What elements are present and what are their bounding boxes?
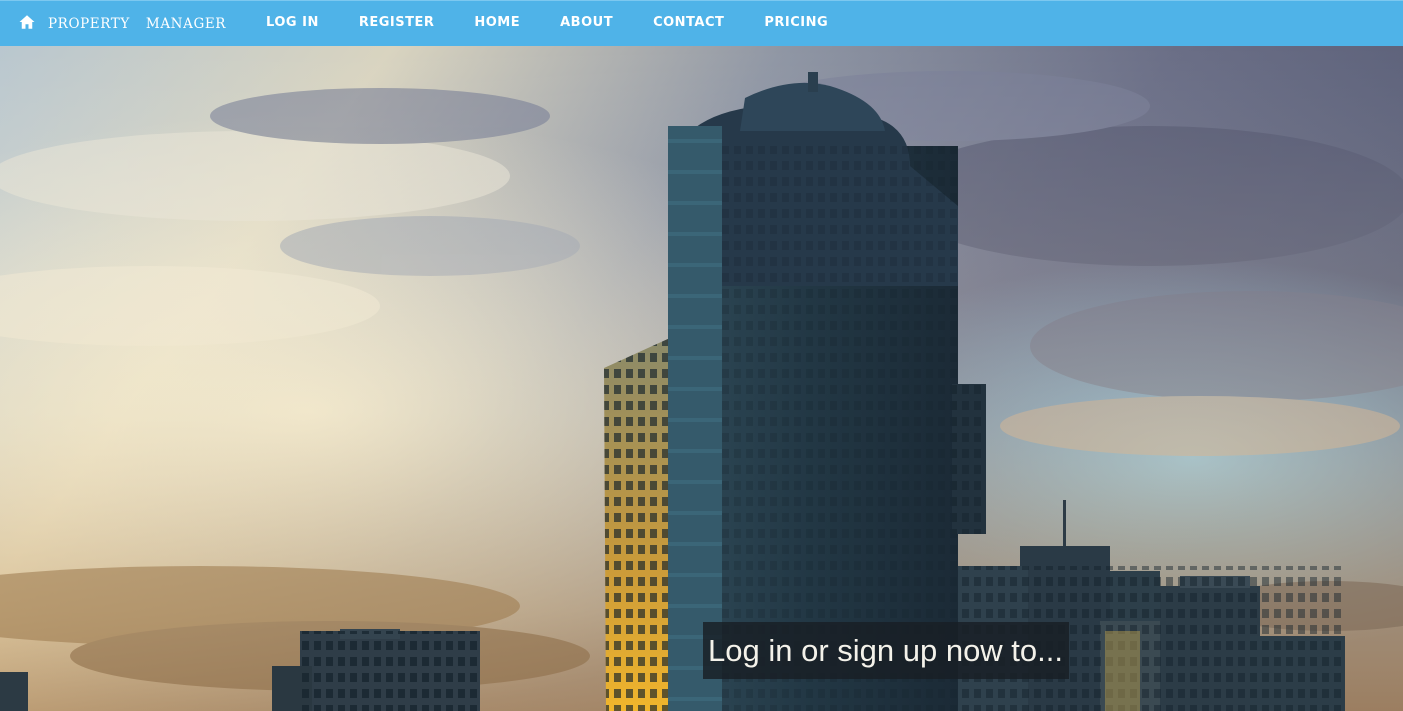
brand-word-property: PROPERTY: [48, 15, 130, 32]
home-icon: [19, 14, 35, 29]
brand-link[interactable]: PROPERTY MANAGER: [18, 1, 226, 47]
nav-links: LOG IN REGISTER HOME ABOUT CONTACT PRICI…: [266, 1, 868, 47]
hero-tagline: Log in or sign up now to...: [703, 622, 1070, 679]
nav-home-link[interactable]: HOME: [474, 15, 520, 30]
nav-register-link[interactable]: REGISTER: [359, 15, 435, 30]
nav-pricing-link[interactable]: PRICING: [764, 15, 828, 30]
top-navbar: PROPERTY MANAGER LOG IN REGISTER HOME AB…: [0, 0, 1403, 46]
nav-contact-link[interactable]: CONTACT: [653, 15, 724, 30]
hero-background-image: [0, 46, 1403, 711]
nav-login-link[interactable]: LOG IN: [266, 15, 319, 30]
nav-about-link[interactable]: ABOUT: [560, 15, 613, 30]
brand-word-manager: MANAGER: [145, 15, 227, 32]
hero-section: Log in or sign up now to...: [0, 46, 1403, 711]
